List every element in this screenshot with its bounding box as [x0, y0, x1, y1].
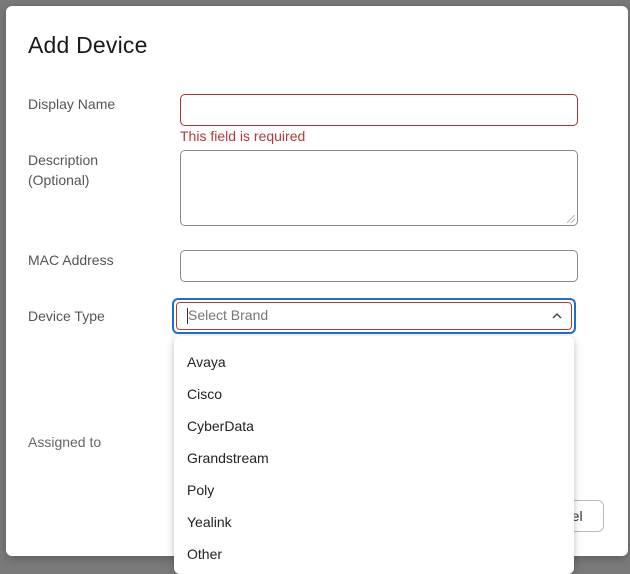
option-poly[interactable]: Poly: [187, 482, 214, 498]
display-name-label: Display Name: [28, 96, 116, 112]
option-other[interactable]: Other: [187, 546, 222, 562]
option-cyberdata[interactable]: CyberData: [187, 418, 254, 434]
option-yealink[interactable]: Yealink: [187, 514, 232, 530]
dialog-title: Add Device: [28, 32, 148, 58]
chevron-up-icon[interactable]: [552, 311, 562, 321]
description-label-main: Description: [28, 152, 99, 168]
display-name-error: This field is required: [180, 128, 306, 144]
device-type-select[interactable]: Select Brand: [172, 298, 576, 334]
mac-address-input[interactable]: [180, 250, 578, 282]
resize-handle-icon[interactable]: [567, 215, 575, 223]
brand-dropdown-list: Avaya Cisco CyberData Grandstream Poly Y…: [174, 336, 574, 574]
description-textarea[interactable]: [180, 150, 578, 226]
option-grandstream[interactable]: Grandstream: [187, 450, 269, 466]
device-type-label: Device Type: [28, 308, 105, 324]
option-cisco[interactable]: Cisco: [187, 386, 222, 402]
description-label: Description (Optional): [28, 150, 98, 190]
device-type-placeholder: Select Brand: [188, 307, 269, 323]
assigned-to-label: Assigned to: [28, 434, 102, 450]
description-label-optional: (Optional): [28, 172, 90, 188]
option-avaya[interactable]: Avaya: [187, 354, 226, 370]
mac-address-label: MAC Address: [28, 252, 114, 268]
display-name-input[interactable]: [180, 94, 578, 126]
